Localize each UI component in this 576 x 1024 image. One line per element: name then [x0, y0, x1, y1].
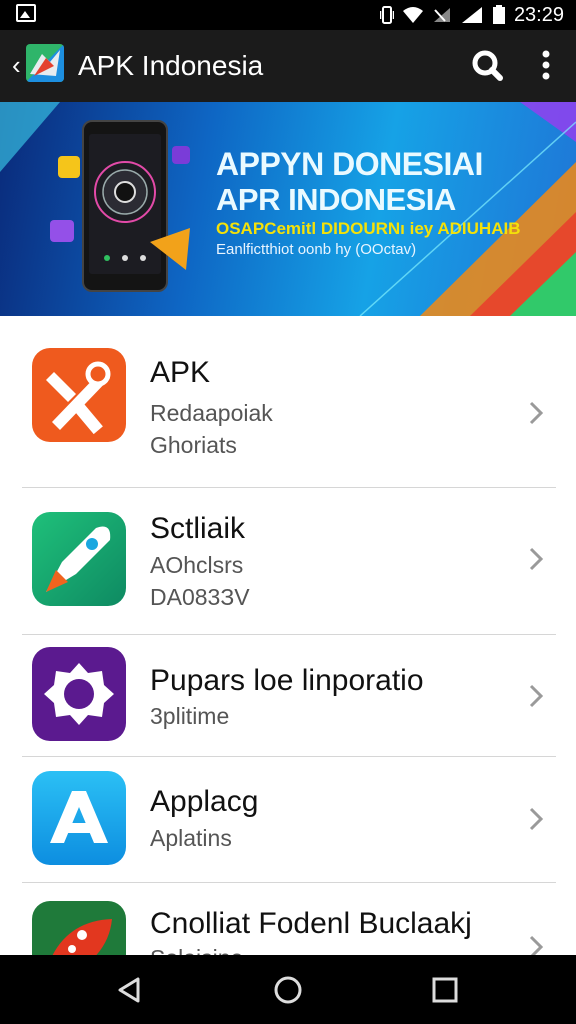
app-title: Cnolliat Fodenl Buclaakj	[150, 907, 472, 940]
list-item[interactable]: Applacg Aplatins	[0, 757, 576, 881]
home-circle-icon[interactable]	[271, 973, 305, 1007]
app-meta: Ghoriats	[150, 432, 237, 458]
chevron-right-icon	[529, 684, 544, 708]
list-item[interactable]: Pupars loe linporatio 3plitime	[0, 635, 576, 755]
search-icon[interactable]	[470, 48, 504, 82]
signal-slash-icon	[433, 8, 450, 22]
app-title: APK	[150, 356, 211, 389]
palette-icon	[32, 901, 126, 955]
more-vert-icon[interactable]	[534, 48, 558, 82]
chevron-right-icon	[529, 807, 544, 831]
banner-headline-1: APPYN DONESIAI	[216, 146, 483, 182]
navigation-bar	[0, 955, 576, 1024]
app-title: APK Indonesia	[78, 50, 264, 81]
recents-square-icon[interactable]	[428, 973, 462, 1007]
app-title: Applacg	[150, 785, 259, 818]
app-bar: ‹ APK Indonesia	[0, 30, 576, 102]
image-notification-icon	[16, 4, 36, 22]
tools-icon	[32, 348, 126, 442]
status-bar: 23:29	[0, 0, 576, 30]
app-subtitle: AOhclsrs	[150, 552, 244, 578]
vibrate-icon	[379, 6, 394, 24]
app-subtitle: Redaapoiak	[150, 400, 273, 426]
chevron-right-icon	[529, 547, 544, 571]
banner-tagline: OSAPCemitl DIDOURNı iey ADIUHAIB	[216, 219, 521, 238]
status-time: 23:29	[513, 3, 564, 26]
list-item[interactable]: APK Redaapoiak Ghoriats	[0, 316, 576, 486]
a-logo-icon	[32, 771, 126, 865]
app-subtitle: Solaisine	[150, 945, 243, 955]
rocket-icon	[32, 512, 126, 606]
app-title: Pupars loe linporatio	[150, 664, 424, 697]
wifi-icon	[402, 7, 423, 23]
floating-app-icons	[50, 146, 190, 270]
chevron-right-icon	[529, 935, 544, 955]
battery-icon	[492, 5, 505, 24]
app-subtitle: Aplatins	[150, 825, 232, 851]
app-meta: DA083ЗV	[150, 584, 250, 610]
gear-icon	[32, 647, 126, 741]
banner-subline: Eanlfictthiоt oonb hy (OOctav)	[216, 241, 417, 258]
app-subtitle: 3plitime	[150, 703, 230, 729]
promo-banner[interactable]: APPYN DONESIAI APR INDONESIA OSAPCemitl …	[0, 102, 576, 316]
list-item[interactable]: Sctliaik AOhclsrs DA083ЗV	[0, 488, 576, 634]
status-indicators: 23:29	[379, 2, 564, 28]
signal-icon	[461, 7, 482, 23]
app-title: Sctliaik	[150, 512, 246, 545]
app-logo-icon	[26, 44, 64, 82]
list-item[interactable]: Cnolliat Fodenl Buclaakj Solaisine	[0, 883, 576, 955]
back-arrow-icon[interactable]: ‹	[12, 52, 21, 78]
chevron-right-icon	[529, 401, 544, 425]
banner-headline-2: APR INDONESIA	[216, 182, 456, 217]
back-triangle-icon[interactable]	[112, 973, 146, 1007]
